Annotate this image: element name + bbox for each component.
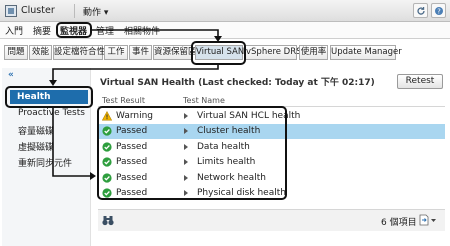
sidebar-item-proactive-tests[interactable]: Proactive Tests [18,108,85,118]
subtab-update-manager[interactable]: Update Manager [330,45,402,60]
svg-text:?: ? [437,8,441,16]
virtual-san-highlight [191,41,246,65]
collapse-icon[interactable]: « [8,70,14,80]
binoculars-icon[interactable] [102,215,114,226]
column-header-test-result[interactable]: Test Result [102,96,145,105]
sidebar-item-resync-components[interactable]: 重新同步元件 [18,156,72,169]
window-title: Cluster [21,5,55,16]
cluster-icon [5,5,17,17]
page-title: Virtual SAN Health (Last checked: Today … [100,78,375,88]
tab-summary[interactable]: 摘要 [33,24,51,37]
column-header-test-name[interactable]: Test Name [183,96,225,105]
actions-menu[interactable]: 動作 ▾ [83,5,108,18]
subtab-profile-compliance[interactable]: 設定檔符合性 [53,45,105,60]
results-highlight [97,106,287,200]
monitor-tab-highlight [56,22,92,38]
sidebar-item-capacity-disks[interactable]: 容量磁碟 [18,124,54,137]
tab-manage[interactable]: 管理 [96,24,114,37]
subtab-utilization[interactable]: 使用率 [299,45,328,60]
export-icon[interactable] [419,214,437,226]
refresh-button[interactable] [413,3,428,18]
item-count: 6 個項目 [381,218,417,228]
health-highlight [5,86,93,108]
subtab-events[interactable]: 事件 [129,45,152,60]
subtab-issues[interactable]: 問題 [4,45,28,60]
help-icon: ? [435,7,443,16]
subtab-vsphere-drs[interactable]: vSphere DRS [245,45,302,60]
retest-button[interactable]: Retest [397,74,443,89]
title-divider [74,4,75,18]
sidebar-item-virtual-disks[interactable]: 虛擬磁碟 [18,140,54,153]
window-title-bar: Cluster 動作 ▾ ? [0,0,450,22]
help-button[interactable]: ? [431,3,446,18]
subtab-performance[interactable]: 效能 [29,45,52,60]
table-footer: 6 個項目 [98,209,445,231]
refresh-icon [417,7,425,15]
tab-related-objects[interactable]: 相關物件 [124,24,160,37]
subtab-tasks[interactable]: 工作 [104,45,128,60]
subtab-resource-reservation[interactable]: 資源保留區 [153,45,197,60]
tab-getting-started[interactable]: 入門 [5,24,23,37]
